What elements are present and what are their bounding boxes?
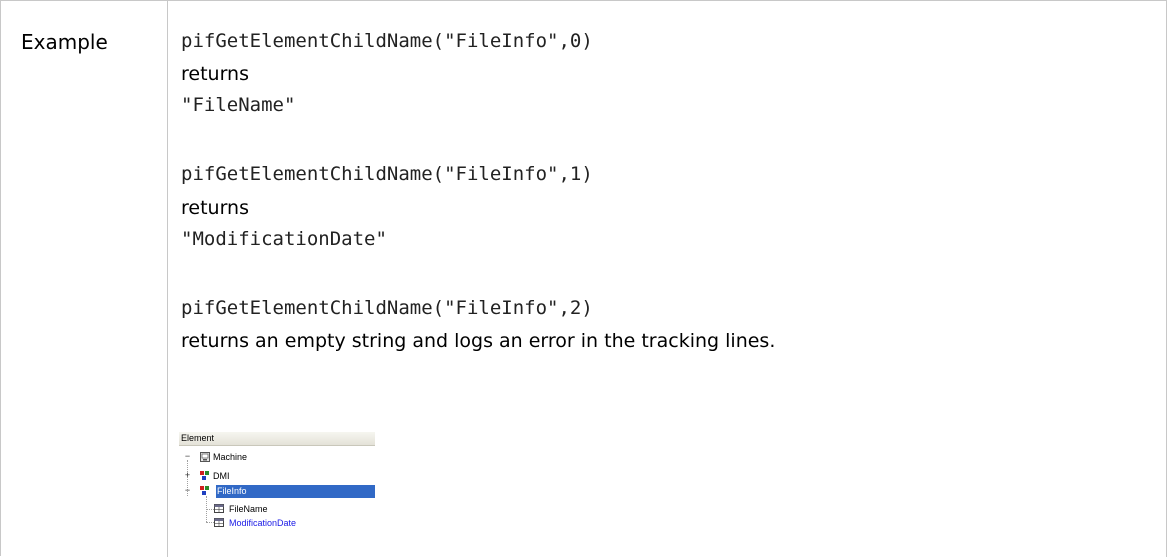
returns-label-2: returns xyxy=(181,197,249,219)
tree-node-filename[interactable]: FileName xyxy=(179,503,375,516)
tree-node-label: Machine xyxy=(213,452,248,462)
returns-description-3: returns an empty string and logs an erro… xyxy=(181,330,776,352)
example-table: Example pifGetElementChildName("FileInfo… xyxy=(0,0,1167,557)
tree-node-dmi[interactable]: + DMI xyxy=(179,470,375,483)
collapse-icon[interactable]: − xyxy=(183,452,192,461)
collapse-icon[interactable]: − xyxy=(183,486,192,495)
result-2: "ModificationDate" xyxy=(181,228,387,250)
column-divider xyxy=(167,1,168,557)
structure-icon xyxy=(200,471,209,480)
field-icon xyxy=(214,504,224,513)
code-line-2: pifGetElementChildName("FileInfo",1) xyxy=(181,163,593,185)
result-1: "FileName" xyxy=(181,94,296,116)
tree-node-label: DMI xyxy=(213,471,230,481)
expand-icon[interactable]: + xyxy=(183,471,192,480)
tree-node-fileinfo[interactable]: − FileInfo xyxy=(179,485,375,498)
row-label: Example xyxy=(21,30,108,54)
element-tree: Element − Machine + DMI − FileInfo FileN… xyxy=(179,432,375,537)
structure-icon xyxy=(200,486,209,495)
tree-node-label: ModificationDate xyxy=(229,518,297,528)
code-line-1: pifGetElementChildName("FileInfo",0) xyxy=(181,30,593,52)
tree-node-machine[interactable]: − Machine xyxy=(179,451,375,464)
code-line-3: pifGetElementChildName("FileInfo",2) xyxy=(181,297,593,319)
tree-node-label: FileInfo xyxy=(217,486,247,496)
tree-node-label: FileName xyxy=(229,504,268,514)
returns-label-1: returns xyxy=(181,63,249,85)
field-icon xyxy=(214,518,224,527)
machine-icon xyxy=(200,452,210,462)
tree-header: Element xyxy=(179,432,375,446)
tree-node-modificationdate[interactable]: ModificationDate xyxy=(179,517,375,530)
